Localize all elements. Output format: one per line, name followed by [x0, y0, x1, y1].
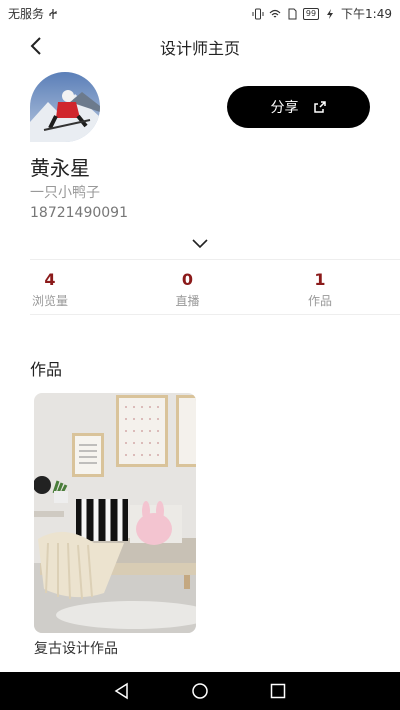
stat-label: 浏览量: [31, 294, 68, 308]
sim-icon: [288, 8, 297, 19]
nav-home-icon[interactable]: [190, 681, 210, 701]
designer-phone: 18721490091: [30, 205, 128, 221]
nav-bar: 设计师主页: [0, 24, 400, 68]
clock: 下午1:49: [341, 7, 392, 21]
work-card[interactable]: [34, 393, 196, 633]
works-section-title: 作品: [30, 360, 63, 379]
status-bar: 无服务 99 下午1:49: [0, 0, 400, 24]
stat-label: 直播: [175, 294, 200, 308]
stat-value: 1: [314, 270, 326, 289]
designer-avatar[interactable]: [30, 72, 100, 142]
stats-row: 4 浏览量 0 直播 1 作品: [30, 259, 400, 315]
usb-icon: [49, 8, 57, 19]
stat-value: 0: [181, 270, 194, 289]
vibrate-icon: [252, 8, 264, 19]
share-label: 分享: [270, 100, 299, 116]
page-title: 设计师主页: [159, 39, 240, 58]
designer-nickname: 一只小鸭子: [30, 185, 100, 201]
nav-recent-icon[interactable]: [268, 681, 288, 701]
avatar-photo: [30, 72, 100, 142]
chevron-down-icon[interactable]: [190, 236, 210, 252]
battery-indicator: 99: [302, 7, 320, 20]
system-nav-bar: [0, 672, 400, 710]
share-button[interactable]: 分享: [227, 86, 370, 128]
stat-live[interactable]: 0 直播: [165, 270, 210, 309]
work-title[interactable]: 复古设计作品: [34, 638, 118, 658]
work-thumbnail: [34, 393, 196, 633]
stat-works[interactable]: 1 作品: [296, 270, 344, 309]
share-icon: [313, 101, 326, 113]
wifi-icon: [269, 9, 281, 17]
carrier-label: 无服务: [8, 7, 45, 21]
designer-name: 黄永星: [30, 156, 90, 180]
stat-views[interactable]: 4 浏览量: [30, 270, 70, 309]
stat-value: 4: [44, 270, 56, 289]
stat-label: 作品: [307, 294, 332, 308]
nav-back-icon[interactable]: [112, 681, 132, 701]
charging-icon: [327, 8, 334, 19]
